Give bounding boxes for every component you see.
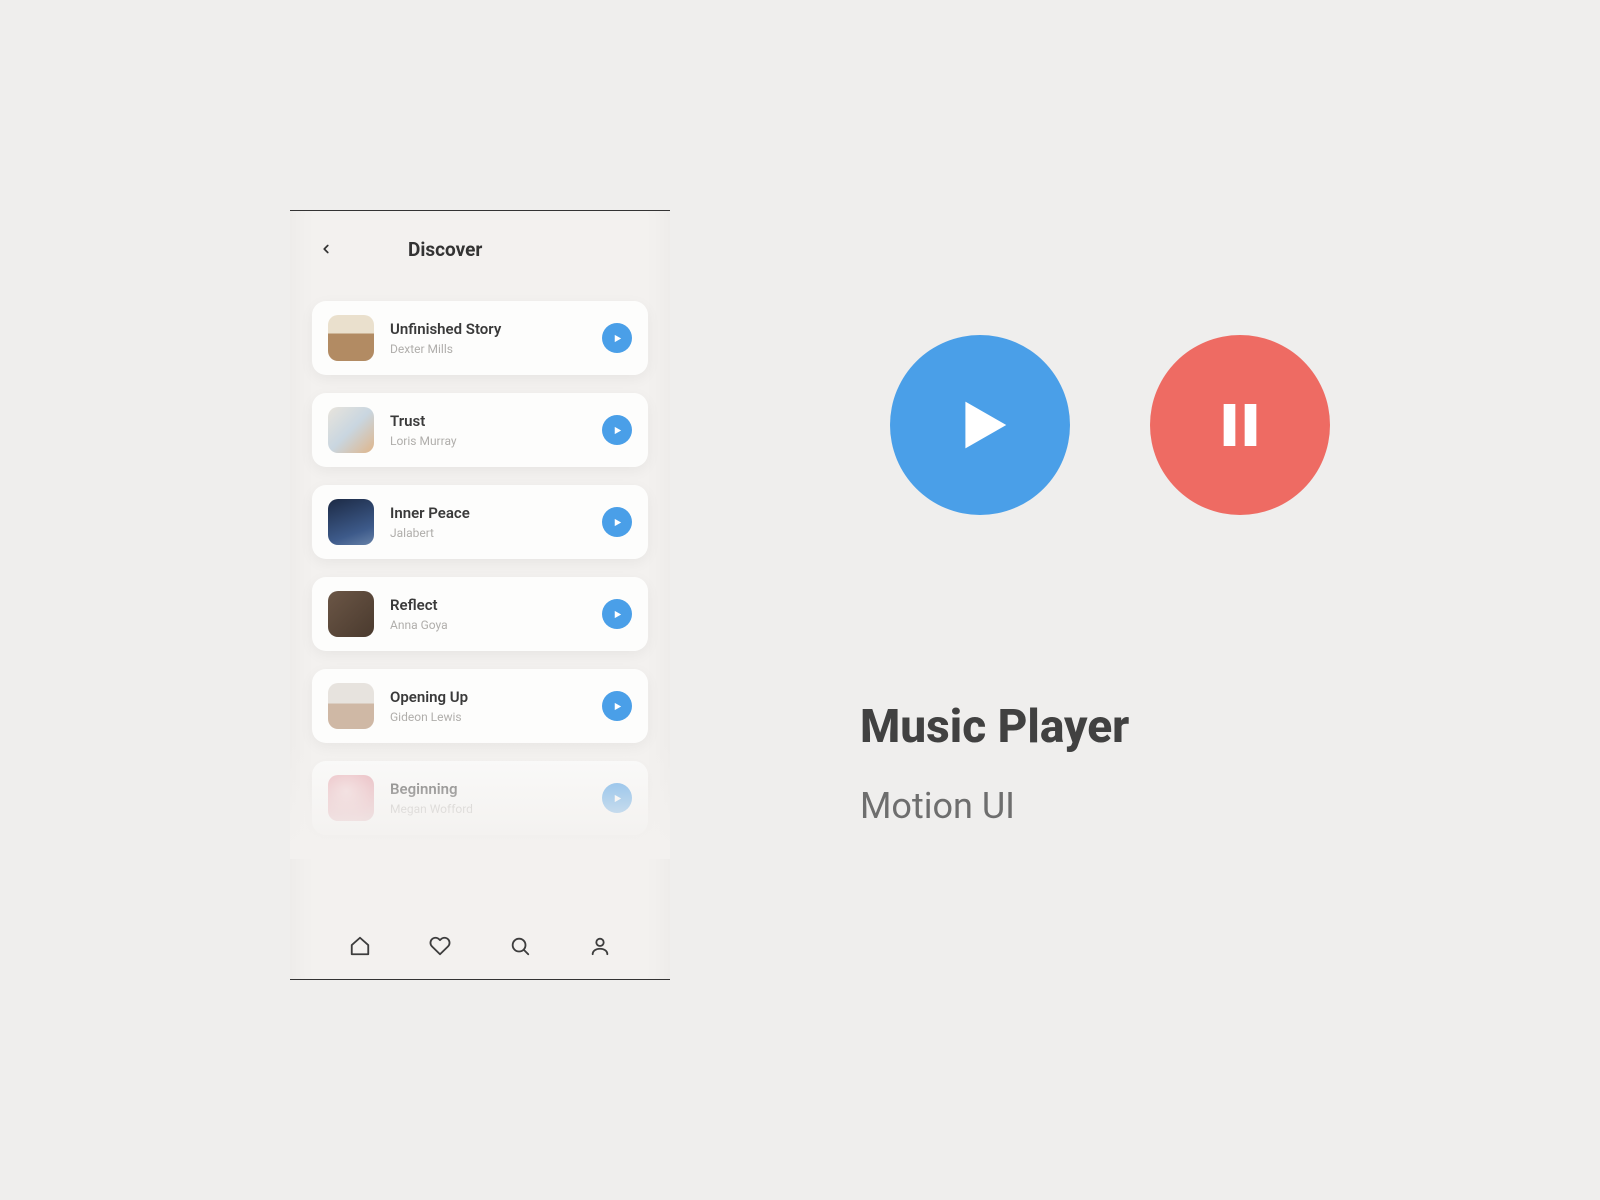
- track-artist: Dexter Mills: [390, 342, 586, 356]
- track-info: Beginning Megan Wofford: [390, 780, 586, 816]
- track-title: Trust: [390, 412, 586, 430]
- album-art: [328, 591, 374, 637]
- play-icon: [612, 701, 623, 712]
- play-icon: [612, 609, 623, 620]
- track-play-button[interactable]: [602, 323, 632, 353]
- track-info: Reflect Anna Goya: [390, 596, 586, 632]
- track-row[interactable]: Trust Loris Murray: [312, 393, 648, 467]
- bottom-tab-bar: [290, 919, 670, 979]
- track-artist: Gideon Lewis: [390, 710, 586, 724]
- track-play-button[interactable]: [602, 783, 632, 813]
- big-pause-button[interactable]: [1150, 335, 1330, 515]
- phone-header: Discover: [290, 211, 670, 271]
- track-row[interactable]: Beginning Megan Wofford: [312, 761, 648, 835]
- play-icon: [612, 425, 623, 436]
- track-row[interactable]: Reflect Anna Goya: [312, 577, 648, 651]
- track-title: Inner Peace: [390, 504, 586, 522]
- play-icon: [612, 517, 623, 528]
- phone-device: Discover Unfinished Story Dexter Mills T…: [290, 210, 670, 980]
- chevron-left-icon: [319, 242, 333, 256]
- track-play-button[interactable]: [602, 507, 632, 537]
- tab-profile[interactable]: [587, 933, 613, 959]
- search-icon: [509, 935, 531, 957]
- pause-icon: [1212, 397, 1268, 453]
- home-icon: [349, 935, 371, 957]
- track-info: Opening Up Gideon Lewis: [390, 688, 586, 724]
- track-play-button[interactable]: [602, 691, 632, 721]
- track-play-button[interactable]: [602, 599, 632, 629]
- tab-home[interactable]: [347, 933, 373, 959]
- track-title: Reflect: [390, 596, 586, 614]
- album-art: [328, 683, 374, 729]
- heart-icon: [429, 935, 451, 957]
- big-play-button[interactable]: [890, 335, 1070, 515]
- track-artist: Loris Murray: [390, 434, 586, 448]
- track-row[interactable]: Unfinished Story Dexter Mills: [312, 301, 648, 375]
- play-icon: [612, 793, 623, 804]
- user-icon: [589, 935, 611, 957]
- track-info: Trust Loris Murray: [390, 412, 586, 448]
- track-title: Opening Up: [390, 688, 586, 706]
- album-art: [328, 315, 374, 361]
- promo-subheading: Motion UI: [860, 785, 1015, 827]
- album-art: [328, 407, 374, 453]
- track-artist: Anna Goya: [390, 618, 586, 632]
- album-art: [328, 775, 374, 821]
- track-info: Inner Peace Jalabert: [390, 504, 586, 540]
- tab-favorites[interactable]: [427, 933, 453, 959]
- track-title: Beginning: [390, 780, 586, 798]
- track-artist: Megan Wofford: [390, 802, 586, 816]
- track-play-button[interactable]: [602, 415, 632, 445]
- play-icon: [945, 390, 1015, 460]
- track-info: Unfinished Story Dexter Mills: [390, 320, 586, 356]
- page-title: Discover: [408, 238, 482, 261]
- track-list[interactable]: Unfinished Story Dexter Mills Trust Lori…: [290, 271, 670, 919]
- back-button[interactable]: [314, 237, 338, 261]
- track-row[interactable]: Opening Up Gideon Lewis: [312, 669, 648, 743]
- promo-heading: Music Player: [860, 700, 1129, 754]
- track-title: Unfinished Story: [390, 320, 586, 338]
- play-icon: [612, 333, 623, 344]
- track-artist: Jalabert: [390, 526, 586, 540]
- album-art: [328, 499, 374, 545]
- track-row[interactable]: Inner Peace Jalabert: [312, 485, 648, 559]
- tab-search[interactable]: [507, 933, 533, 959]
